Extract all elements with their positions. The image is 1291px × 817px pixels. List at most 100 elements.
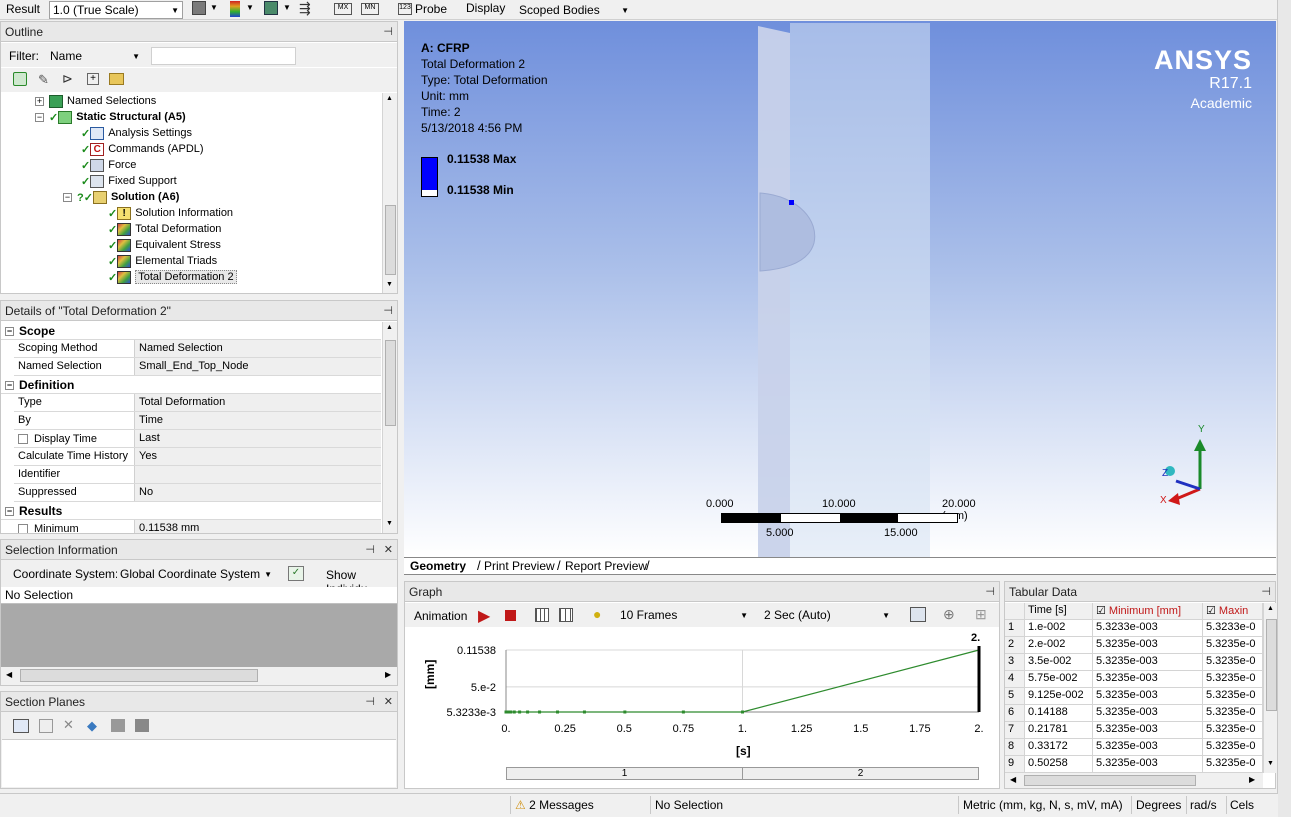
details-row-calc-history[interactable]: Calculate Time History Yes [14, 448, 381, 466]
scroll-thumb[interactable] [385, 205, 396, 275]
collapse-icon[interactable]: − [5, 327, 14, 337]
table-row[interactable]: 3 3.5e-002 5.3235e-003 5.3235e-0 [1005, 654, 1263, 671]
section-scope[interactable]: − Scope [1, 322, 381, 340]
step-1[interactable]: 1 [507, 768, 743, 779]
pin-icon[interactable]: ⊣ [383, 304, 393, 317]
status-temp[interactable]: Cels [1226, 796, 1274, 814]
play-icon[interactable]: ▶ [478, 606, 490, 626]
details-row-value[interactable]: No [135, 484, 381, 501]
details-row-value[interactable]: Yes [135, 448, 381, 465]
folder-icon[interactable] [109, 73, 124, 85]
scroll-down-icon[interactable]: ▼ [386, 281, 393, 288]
minimum-checkbox[interactable] [18, 523, 28, 533]
scroll-left-icon[interactable]: ◀ [1010, 775, 1016, 784]
tab-print-preview[interactable]: Print Preview [484, 559, 555, 573]
table-row[interactable]: 4 5.75e-002 5.3235e-003 5.3235e-0 [1005, 671, 1263, 688]
table-row[interactable]: 6 0.14188 5.3235e-003 5.3235e-0 [1005, 705, 1263, 722]
table-row[interactable]: 9 0.50258 5.3235e-003 5.3235e-0 [1005, 756, 1263, 773]
collapse-icon[interactable]: − [5, 381, 14, 391]
details-row-value[interactable]: Total Deformation [135, 394, 381, 411]
header-minimum[interactable]: ☑ Minimum [mm] [1093, 603, 1203, 620]
tree-item-solution-information[interactable]: ✓ ! Solution Information [108, 205, 233, 221]
details-row-minimum[interactable]: Minimum 0.11538 mm [14, 520, 381, 533]
pin-icon[interactable]: ⊣ [985, 585, 995, 598]
vector-display-icon[interactable]: ⇶ [299, 0, 311, 17]
details-row-display-time[interactable]: Display Time Last [14, 430, 381, 448]
lightbulb-icon[interactable]: ● [593, 606, 601, 622]
details-row-by[interactable]: By Time [14, 412, 381, 430]
collapse-icon[interactable]: − [5, 507, 14, 517]
details-row-value[interactable] [135, 466, 381, 483]
header-maximum[interactable]: ☑ Maxin [1203, 603, 1263, 620]
pin-icon[interactable]: ⊣ [1261, 585, 1271, 598]
scroll-up-icon[interactable]: ▲ [386, 95, 393, 102]
status-angle[interactable]: Degrees [1131, 796, 1185, 814]
tree-item-commands[interactable]: ✓ C Commands (APDL) [81, 141, 204, 157]
coord-system-select[interactable]: Global Coordinate System ▼ [117, 565, 275, 583]
table-row[interactable]: 1 1.e-002 5.3233e-003 5.3233e-0 [1005, 620, 1263, 637]
tree-item-named-selections[interactable]: + Named Selections [35, 93, 156, 109]
scroll-down-icon[interactable]: ▼ [1267, 760, 1274, 767]
scroll-thumb[interactable] [20, 669, 258, 682]
scroll-down-icon[interactable]: ▼ [386, 520, 393, 527]
selection-info-hscroll[interactable]: ◀ ▶ [1, 667, 397, 684]
tree-item-elemental-triads[interactable]: ✓ Elemental Triads [108, 253, 217, 269]
frames-select[interactable]: 10 Frames ▼ [617, 606, 751, 624]
section-definition[interactable]: − Definition [1, 376, 381, 394]
export-video-icon[interactable] [910, 607, 926, 622]
tree-item-solution[interactable]: − ?✓ Solution (A6) [63, 189, 179, 205]
probe-button[interactable]: Probe [415, 2, 447, 16]
close-icon[interactable]: ✕ [384, 543, 393, 556]
details-row-value[interactable]: Small_End_Top_Node [135, 358, 381, 375]
edit-icon[interactable]: ✎ [38, 72, 49, 88]
filter-input[interactable] [151, 47, 296, 65]
details-row-value[interactable]: Time [135, 412, 381, 429]
cap-icon[interactable] [111, 719, 125, 732]
frame-mode-icon[interactable] [535, 608, 549, 622]
collapse-icon[interactable]: − [35, 112, 44, 122]
maximum-checkbox-icon[interactable]: ☑ [1206, 605, 1219, 617]
pin-icon[interactable]: ⊣ [383, 25, 393, 38]
edges-icon[interactable] [264, 1, 278, 15]
distributed-mode-icon[interactable] [559, 608, 573, 622]
table-row[interactable]: 5 9.125e-002 5.3235e-003 5.3235e-0 [1005, 688, 1263, 705]
header-time[interactable]: Time [s] [1025, 603, 1093, 620]
legend-color-bar[interactable] [421, 157, 438, 197]
tree-icon[interactable]: ⊳ [62, 71, 73, 87]
contour-icon[interactable] [230, 1, 240, 17]
refresh-icon[interactable] [13, 72, 27, 86]
plane-icon[interactable]: ◆ [87, 718, 97, 734]
tree-item-static-structural[interactable]: − ✓ Static Structural (A5) [35, 109, 186, 125]
select-mode-icon[interactable]: ✓ [288, 566, 304, 581]
probe-icon[interactable]: 123 [398, 3, 412, 15]
deformation-chart[interactable]: 5.3233e-3 5.e-2 0.11538 0. 0.25 0.5 0.75 1. 1.25… [405, 627, 999, 787]
details-scrollbar[interactable]: ▲ ▼ [382, 322, 397, 533]
status-units[interactable]: Metric (mm, kg, N, s, mV, mA) [958, 796, 1130, 814]
tabular-vscroll[interactable]: ▲ ▼ [1263, 603, 1278, 773]
scroll-right-icon[interactable]: ▶ [1249, 775, 1255, 784]
details-row-scoping-method[interactable]: Scoping Method Named Selection [14, 340, 381, 358]
tree-item-equivalent-stress[interactable]: ✓ Equivalent Stress [108, 237, 221, 253]
minimum-checkbox-icon[interactable]: ☑ [1096, 605, 1109, 617]
scroll-thumb[interactable] [1024, 775, 1196, 786]
max-label-icon[interactable]: MX [334, 3, 352, 15]
table-row[interactable]: 7 0.21781 5.3235e-003 5.3235e-0 [1005, 722, 1263, 739]
expand-all-icon[interactable]: + [87, 73, 99, 85]
step-2[interactable]: 2 [743, 768, 978, 779]
collapse-icon[interactable]: − [63, 192, 72, 202]
result-scale-select[interactable]: 1.0 (True Scale) ▼ [49, 1, 183, 19]
status-rate[interactable]: rad/s [1186, 796, 1226, 814]
stop-icon[interactable] [505, 610, 516, 621]
tab-report-preview[interactable]: Report Preview [565, 559, 647, 573]
display-time-checkbox[interactable] [18, 433, 28, 444]
chevron-down-icon[interactable]: ▼ [210, 3, 218, 12]
table-row[interactable]: 8 0.33172 5.3235e-003 5.3235e-0 [1005, 739, 1263, 756]
new-section-plane-icon[interactable] [13, 719, 29, 733]
cap-settings-icon[interactable] [135, 719, 149, 732]
scroll-thumb[interactable] [385, 340, 396, 426]
chevron-down-icon[interactable]: ▼ [246, 3, 254, 12]
status-messages[interactable]: ⚠ 2 Messages [510, 796, 648, 814]
pin-icon[interactable]: ⊣ [365, 543, 375, 556]
tab-geometry[interactable]: Geometry [410, 559, 466, 573]
pin-icon[interactable]: ⊣ [365, 695, 375, 708]
